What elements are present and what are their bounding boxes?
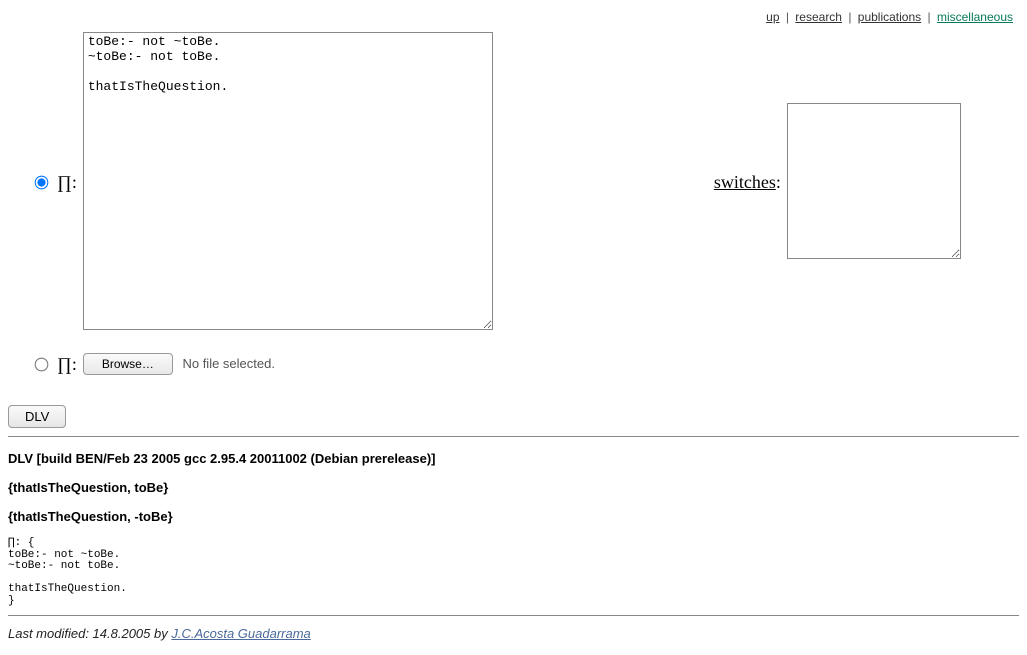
nav-publications[interactable]: publications (858, 10, 921, 24)
input-form: ∏: switches: ∏: Browse… No file selected… (8, 30, 964, 377)
no-file-label: No file selected. (182, 356, 275, 371)
output-echo: ∏: { toBe:- not ~toBe. ~toBe:- not toBe.… (8, 538, 1019, 607)
radio-text-input[interactable] (35, 176, 49, 190)
output-build-line: DLV [build BEN/Feb 23 2005 gcc 2.95.4 20… (8, 451, 1019, 466)
nav-up[interactable]: up (766, 10, 779, 24)
output-model-2: {thatIsTheQuestion, -toBe} (8, 509, 1019, 524)
top-nav: up | research | publications | miscellan… (8, 8, 1019, 24)
nav-research[interactable]: research (795, 10, 842, 24)
pi-label-text: ∏: (57, 172, 77, 192)
dlv-submit-button[interactable]: DLV (8, 405, 66, 428)
nav-sep: | (780, 10, 796, 24)
browse-button[interactable]: Browse… (83, 353, 173, 375)
footer-prefix: Last modified: 14.8.2005 by (8, 626, 171, 641)
footer-author-link[interactable]: J.C.Acosta Guadarrama (171, 626, 310, 641)
nav-miscellaneous[interactable]: miscellaneous (937, 10, 1013, 24)
radio-file-input[interactable] (35, 357, 49, 371)
divider (8, 436, 1019, 437)
switches-textarea[interactable] (787, 103, 961, 259)
divider (8, 615, 1019, 616)
pi-label-file: ∏: (57, 354, 77, 374)
program-textarea[interactable] (83, 32, 493, 330)
switches-colon: : (776, 172, 781, 192)
footer: Last modified: 14.8.2005 by J.C.Acosta G… (8, 626, 1019, 641)
nav-sep: | (842, 10, 858, 24)
switches-label[interactable]: switches (714, 172, 776, 192)
nav-sep: | (921, 10, 937, 24)
output-model-1: {thatIsTheQuestion, toBe} (8, 480, 1019, 495)
